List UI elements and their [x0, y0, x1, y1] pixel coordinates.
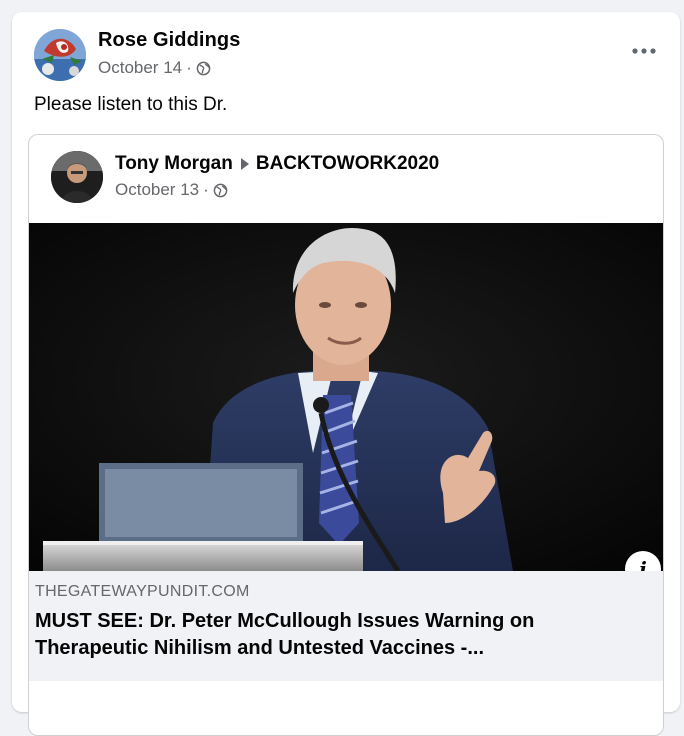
link-domain: THEGATEWAYPUNDIT.COM [35, 583, 250, 600]
post-card: Rose Giddings October 14 · Please listen… [12, 12, 680, 736]
more-options-button[interactable] [630, 40, 658, 62]
caret-right-icon [240, 158, 249, 170]
speaker-image [29, 223, 663, 571]
shared-author-avatar[interactable] [51, 151, 103, 203]
shared-header: Tony Morgan BACKTOWORK2020 [115, 153, 439, 175]
post-text: Please listen to this Dr. [34, 94, 228, 115]
globe-icon[interactable] [213, 183, 228, 198]
shared-meta: October 13 · [115, 180, 228, 200]
author-name[interactable]: Rose Giddings [98, 29, 240, 52]
post-meta: October 14 · [98, 58, 211, 78]
post-date[interactable]: October 14 [98, 58, 182, 78]
meta-separator: · [186, 58, 192, 77]
shared-date[interactable]: October 13 [115, 180, 199, 200]
shared-avatar-image [51, 151, 103, 203]
author-avatar[interactable] [34, 29, 86, 81]
shared-author-name[interactable]: Tony Morgan [115, 153, 233, 175]
globe-icon[interactable] [196, 61, 211, 76]
shared-post[interactable]: Tony Morgan BACKTOWORK2020 October 13 · [28, 134, 664, 736]
link-preview[interactable]: THEGATEWAYPUNDIT.COM MUST SEE: Dr. Peter… [29, 571, 663, 681]
video-thumbnail[interactable]: i [29, 223, 663, 571]
more-dots-icon [632, 48, 656, 54]
avatar-image [34, 29, 86, 81]
shared-meta-separator: · [203, 180, 209, 199]
shared-group-name[interactable]: BACKTOWORK2020 [256, 153, 439, 175]
link-headline[interactable]: MUST SEE: Dr. Peter McCullough Issues Wa… [35, 608, 645, 662]
